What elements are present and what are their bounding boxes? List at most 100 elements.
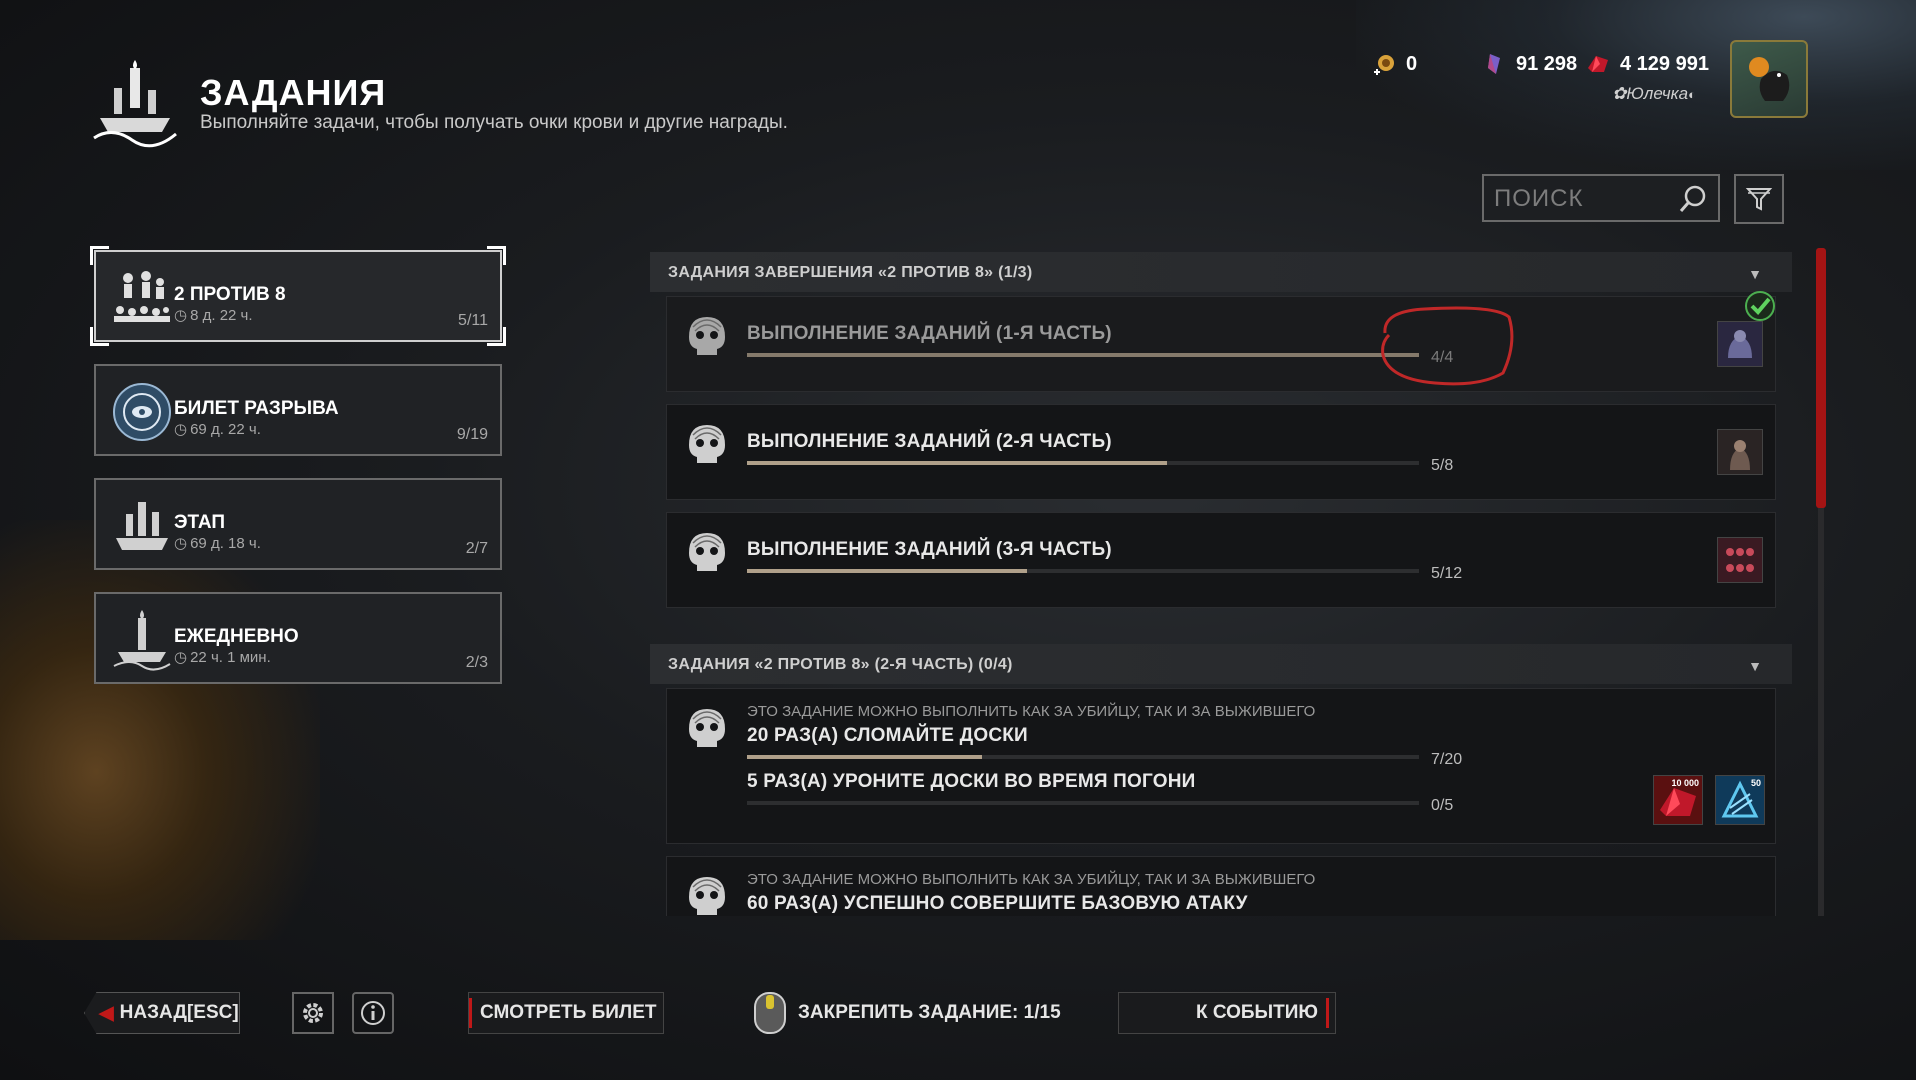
xp-reward[interactable]: 50 bbox=[1715, 775, 1765, 825]
category-rift-pass[interactable]: БИЛЕТ РАЗРЫВА ◷ 69 д. 22 ч. 9/19 bbox=[94, 364, 502, 456]
progress-fill bbox=[747, 353, 1419, 357]
iridescent-shard-icon bbox=[1488, 54, 1500, 74]
category-timer: ◷ 22 ч. 1 мин. bbox=[174, 648, 271, 667]
clock-icon: ◷ bbox=[174, 421, 188, 438]
collapse-chevron-icon[interactable]: ▼ bbox=[1748, 266, 1762, 282]
progress-fill bbox=[747, 755, 983, 759]
username: ✿Юлечка◐ bbox=[1612, 84, 1696, 103]
view-ticket-button[interactable]: СМОТРЕТЬ БИЛЕТ bbox=[468, 992, 664, 1034]
task-row[interactable]: ВЫПОЛНЕНИЕ ЗАДАНИЙ (1-Я ЧАСТЬ) 4/4 bbox=[666, 291, 1776, 392]
progress-bar bbox=[747, 801, 1419, 805]
collapse-chevron-icon[interactable]: ▼ bbox=[1748, 658, 1762, 674]
category-title: ЭТАП bbox=[174, 512, 226, 533]
page-subtitle: Выполняйте задачи, чтобы получать очки к… bbox=[200, 112, 788, 133]
task-progress: 0/5 bbox=[1431, 797, 1454, 814]
task-name: 60 РАЗ(А) УСПЕШНО СОВЕРШИТЕ БАЗОВУЮ АТАК… bbox=[747, 893, 1248, 914]
task-row[interactable]: ЭТО ЗАДАНИЕ МОЖНО ВЫПОЛНИТЬ КАК ЗА УБИЙЦ… bbox=[666, 856, 1776, 916]
crow-icon bbox=[1749, 57, 1790, 101]
back-button[interactable]: ◀ НАЗАД [ESC] bbox=[84, 992, 240, 1034]
auric-cells[interactable]: 0 bbox=[1372, 52, 1417, 76]
info-button[interactable] bbox=[352, 992, 394, 1034]
category-timer: ◷ 8 д. 22 ч. bbox=[174, 306, 253, 325]
task-name: 20 РАЗ(А) СЛОМАЙТЕ ДОСКИ bbox=[747, 725, 1028, 746]
mouse-icon bbox=[754, 992, 786, 1034]
selection-corner bbox=[90, 327, 109, 346]
progress-bar bbox=[747, 461, 1419, 465]
red-accent bbox=[1326, 998, 1329, 1028]
skull-fingerprint-icon bbox=[689, 877, 725, 915]
task-progress: 5/12 bbox=[1431, 565, 1463, 582]
category-2v8[interactable]: 2 ПРОТИВ 8 ◷ 8 д. 22 ч. 5/11 bbox=[90, 246, 506, 346]
group-header[interactable]: ЗАДАНИЯ «2 ПРОТИВ 8» (2-Я ЧАСТЬ) (0/4) ▼ bbox=[650, 644, 1792, 684]
category-count: 2/3 bbox=[465, 654, 488, 671]
candles-background bbox=[0, 520, 320, 940]
red-accent bbox=[469, 998, 472, 1028]
red-circle-annotation bbox=[1381, 306, 1514, 386]
reward-amount: 10 000 bbox=[1671, 778, 1699, 788]
selection-corner bbox=[487, 327, 506, 346]
2v8-crowd-icon bbox=[114, 271, 170, 322]
selection-corner bbox=[90, 246, 109, 265]
filter-button[interactable] bbox=[1734, 174, 1784, 224]
scrollbar-thumb[interactable] bbox=[1816, 248, 1826, 508]
reward-item[interactable] bbox=[1717, 429, 1763, 475]
category-count: 2/7 bbox=[465, 540, 488, 557]
bloodpoints-reward[interactable]: 10 000 bbox=[1653, 775, 1703, 825]
search-icon[interactable] bbox=[1678, 184, 1708, 214]
skull-fingerprint-icon bbox=[689, 317, 725, 355]
task-progress: 7/20 bbox=[1431, 751, 1463, 768]
group-title: ЗАДАНИЯ ЗАВЕРШЕНИЯ «2 ПРОТИВ 8» (1/3) bbox=[668, 264, 1033, 281]
rift-emblem-icon bbox=[113, 383, 171, 441]
player-avatar[interactable] bbox=[1730, 40, 1808, 118]
group-title: ЗАДАНИЯ «2 ПРОТИВ 8» (2-Я ЧАСТЬ) (0/4) bbox=[668, 656, 1013, 673]
task-note: ЭТО ЗАДАНИЕ МОЖНО ВЫПОЛНИТЬ КАК ЗА УБИЙЦ… bbox=[747, 703, 1316, 720]
selection-corner bbox=[487, 246, 506, 265]
clock-icon: ◷ bbox=[174, 649, 188, 666]
skull-fingerprint-icon bbox=[689, 709, 725, 747]
progress-bar bbox=[747, 353, 1419, 357]
group-header[interactable]: ЗАДАНИЯ ЗАВЕРШЕНИЯ «2 ПРОТИВ 8» (1/3) ▼ bbox=[650, 252, 1792, 292]
category-stage[interactable]: ЭТАП ◷ 69 д. 18 ч. 2/7 bbox=[94, 478, 502, 570]
task-row[interactable]: ВЫПОЛНЕНИЕ ЗАДАНИЙ (2-Я ЧАСТЬ) 5/8 bbox=[666, 404, 1776, 500]
task-row[interactable]: ЭТО ЗАДАНИЕ МОЖНО ВЫПОЛНИТЬ КАК ЗА УБИЙЦ… bbox=[666, 688, 1776, 844]
search-input[interactable] bbox=[1492, 182, 1676, 216]
reward-item[interactable] bbox=[1717, 321, 1763, 367]
reward-item[interactable] bbox=[1717, 537, 1763, 583]
pin-task-button[interactable]: ЗАКРЕПИТЬ ЗАДАНИЕ: 1/15 bbox=[752, 992, 1082, 1034]
bloodpoints-value: 4 129 991 bbox=[1620, 52, 1709, 75]
clock-icon: ◷ bbox=[174, 535, 188, 552]
progress-fill bbox=[747, 461, 1167, 465]
reward-amount: 50 bbox=[1750, 778, 1761, 788]
progress-fill bbox=[747, 569, 1028, 573]
character-reward-icon bbox=[1730, 440, 1750, 470]
back-arrow-icon: ◀ bbox=[99, 1002, 114, 1024]
filter-icon bbox=[1745, 188, 1773, 211]
yin-yang-icon: ◐ bbox=[1688, 87, 1696, 102]
task-name: ВЫПОЛНЕНИЕ ЗАДАНИЙ (2-Я ЧАСТЬ) bbox=[747, 431, 1112, 452]
task-name: 5 РАЗ(А) УРОНИТЕ ДОСКИ ВО ВРЕМЯ ПОГОНИ bbox=[747, 771, 1196, 792]
candles-icon bbox=[116, 502, 168, 550]
checkmark-icon bbox=[1745, 291, 1775, 321]
category-title: 2 ПРОТИВ 8 bbox=[174, 284, 286, 305]
task-row[interactable]: ВЫПОЛНЕНИЕ ЗАДАНИЙ (3-Я ЧАСТЬ) 5/12 bbox=[666, 512, 1776, 608]
auric-cells-icon bbox=[1374, 55, 1394, 75]
candle-altar-icon bbox=[93, 60, 177, 148]
tasks-panel[interactable]: ЗАДАНИЯ ЗАВЕРШЕНИЯ «2 ПРОТИВ 8» (1/3) ▼ … bbox=[650, 248, 1792, 916]
single-candle-icon bbox=[113, 610, 171, 671]
category-daily[interactable]: ЕЖЕДНЕВНО ◷ 22 ч. 1 мин. 2/3 bbox=[94, 592, 502, 684]
bloodpoints-icon bbox=[1588, 56, 1608, 72]
iridescent-shards-value: 91 298 bbox=[1516, 52, 1578, 75]
bloodpoints: 4 129 991 bbox=[1586, 52, 1709, 76]
category-timer: ◷ 69 д. 18 ч. bbox=[174, 534, 261, 553]
iridescent-shards: 91 298 bbox=[1482, 52, 1577, 76]
auric-cells-value: 0 bbox=[1406, 52, 1418, 75]
task-progress: 5/8 bbox=[1431, 457, 1454, 474]
search-box[interactable] bbox=[1482, 174, 1720, 222]
category-timer: ◷ 69 д. 22 ч. bbox=[174, 420, 261, 439]
settings-button[interactable] bbox=[292, 992, 334, 1034]
to-event-button[interactable]: К СОБЫТИЮ bbox=[1118, 992, 1336, 1034]
task-name: ВЫПОЛНЕНИЕ ЗАДАНИЙ (1-Я ЧАСТЬ) bbox=[747, 323, 1112, 344]
flower-icon: ✿ bbox=[1612, 84, 1627, 103]
skull-fingerprint-icon bbox=[689, 425, 725, 463]
progress-bar bbox=[747, 569, 1419, 573]
